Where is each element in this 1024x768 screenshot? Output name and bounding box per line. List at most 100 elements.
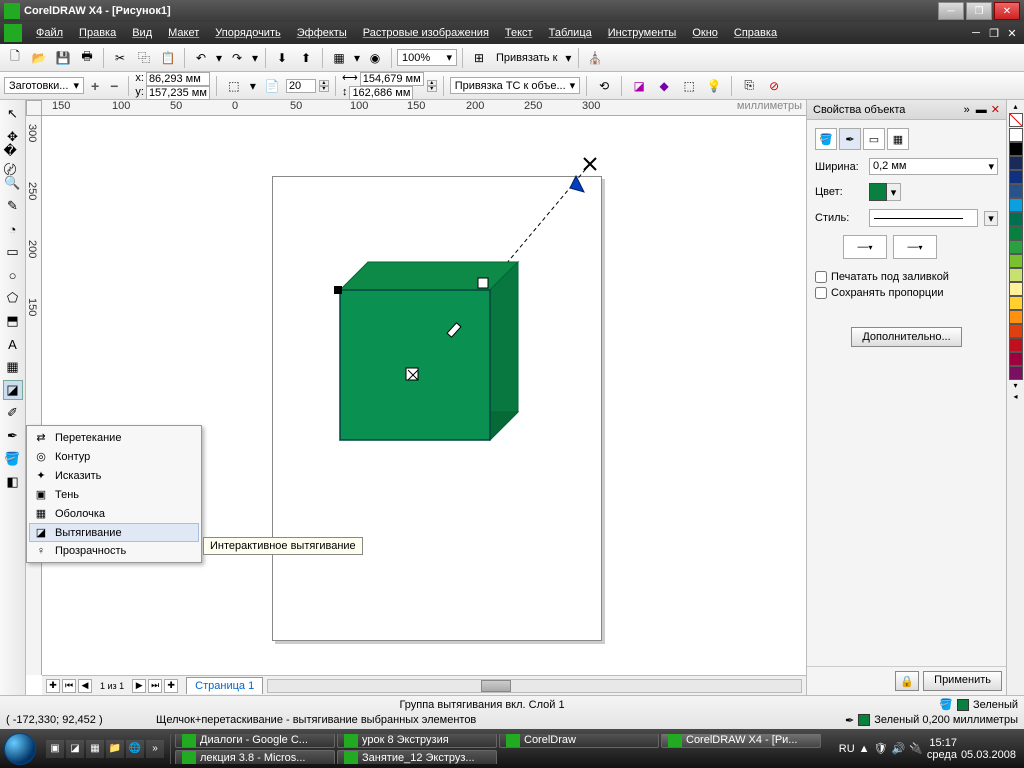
open-button[interactable]: 📂 (28, 47, 50, 69)
taskbar-task[interactable]: CorelDraw (499, 734, 659, 748)
add-preset-button[interactable]: + (87, 78, 103, 94)
ruler-origin[interactable] (26, 100, 42, 116)
y-field[interactable]: 157,235 мм (146, 86, 210, 100)
x-field[interactable]: 86,293 мм (146, 72, 210, 86)
flyout-item-5[interactable]: ◪Вытягивание (29, 523, 199, 542)
color-button[interactable]: ◪ (628, 75, 650, 97)
new-button[interactable]: 🗋 (4, 47, 26, 69)
flyout-item-3[interactable]: ▣Тень (29, 485, 199, 504)
menu-макет[interactable]: Макет (160, 24, 207, 42)
ql-icon[interactable]: ▦ (86, 740, 104, 758)
color-swatch[interactable] (1009, 338, 1023, 352)
color-swatch[interactable] (1009, 142, 1023, 156)
lock-button[interactable]: 🔒 (895, 671, 919, 691)
start-cap-combo[interactable]: —▾ (843, 235, 887, 259)
vp-dropdown[interactable]: ▾ (248, 75, 258, 97)
taskbar-task[interactable]: Диалоги - Google C... (175, 734, 335, 748)
menu-упорядочить[interactable]: Упорядочить (207, 24, 288, 42)
table-tool[interactable]: ▦ (3, 357, 23, 377)
menu-справка[interactable]: Справка (726, 24, 785, 42)
tray-icon[interactable]: 🛡 (874, 742, 888, 755)
minimize-button[interactable]: ─ (938, 2, 964, 20)
presets-dropdown[interactable]: Заготовки...▾ (4, 77, 84, 94)
copies-field[interactable]: 20 (286, 79, 316, 93)
vertical-ruler[interactable]: 300 250 200 150 (26, 116, 42, 675)
tray-icon[interactable]: 🔌 (909, 742, 923, 755)
flyout-item-1[interactable]: ◎Контур (29, 447, 199, 466)
advanced-button[interactable]: Дополнительно... (851, 327, 961, 347)
outline-width-combo[interactable]: 0,2 мм▾ (869, 158, 998, 175)
zoom-combo[interactable]: 100%▾ (397, 49, 457, 66)
freehand-tool[interactable]: ✎ (3, 196, 23, 216)
rectangle-tool[interactable]: ▭ (3, 242, 23, 262)
text-tool[interactable]: A (3, 334, 23, 354)
color-swatch[interactable] (1009, 352, 1023, 366)
outline-color-dropdown[interactable]: ▾ (887, 183, 901, 201)
snap-button[interactable]: ⊞ (468, 47, 490, 69)
color-swatch[interactable] (1009, 324, 1023, 338)
redo-button[interactable]: ↷ (226, 47, 248, 69)
start-button[interactable] (0, 730, 40, 768)
welcome-button[interactable]: ◉ (364, 47, 386, 69)
taskbar-task[interactable]: Занятие_12 Экструз... (337, 750, 497, 764)
docker-tab-fill[interactable]: 🪣 (815, 128, 837, 150)
height-field[interactable]: 162,686 мм (349, 86, 413, 100)
style-dropdown[interactable]: ▾ (984, 211, 998, 226)
taskbar-task[interactable]: лекция 3.8 - Micros... (175, 750, 335, 764)
menu-инструменты[interactable]: Инструменты (600, 24, 685, 42)
menu-эффекты[interactable]: Эффекты (289, 24, 355, 42)
undo-button[interactable]: ↶ (190, 47, 212, 69)
outline-tool[interactable]: ✒ (3, 426, 23, 446)
clear-button[interactable]: ⊘ (763, 75, 785, 97)
color-swatch[interactable] (1009, 128, 1023, 142)
export-button[interactable]: ⬆ (295, 47, 317, 69)
depth-button[interactable]: ◆ (653, 75, 675, 97)
color-swatch[interactable] (1009, 240, 1023, 254)
horizontal-ruler[interactable]: 150 100 50 0 50 100 150 200 250 300 милл… (42, 100, 806, 116)
basic-shapes-tool[interactable]: ⬒ (3, 311, 23, 331)
redo-dropdown[interactable]: ▾ (250, 47, 260, 69)
color-swatch[interactable] (1009, 170, 1023, 184)
smartfill-tool[interactable]: ◔ (3, 219, 23, 239)
doc-restore-button[interactable]: ❐ (986, 26, 1002, 40)
ql-icon[interactable]: 📁 (106, 740, 124, 758)
apply-button[interactable]: Применить (923, 671, 1002, 691)
scale-with-object-checkbox[interactable] (815, 287, 827, 299)
extrude-object[interactable] (300, 154, 620, 474)
docker-close-button[interactable]: ✕ (991, 103, 1000, 116)
flyout-item-2[interactable]: ✦Исказить (29, 466, 199, 485)
eyedropper-tool[interactable]: ✐ (3, 403, 23, 423)
page-tab-1[interactable]: Страница 1 (186, 677, 263, 694)
color-swatch[interactable] (1009, 184, 1023, 198)
undo-dropdown[interactable]: ▾ (214, 47, 224, 69)
vanishing-point-button[interactable]: ⬚ (223, 75, 245, 97)
doc-minimize-button[interactable]: ─ (968, 26, 984, 40)
print-button[interactable]: 🖶 (76, 47, 98, 69)
width-field[interactable]: 154,679 мм (360, 72, 424, 86)
ql-icon[interactable]: ◪ (66, 740, 84, 758)
vp-bind-dropdown[interactable]: Привязка ТС к объе...▾ (450, 77, 580, 94)
menu-текст[interactable]: Текст (497, 24, 541, 42)
menu-вид[interactable]: Вид (124, 24, 160, 42)
ql-icon[interactable]: 🌐 (126, 740, 144, 758)
add-page-button[interactable]: ✚ (46, 679, 60, 693)
snap-dropdown[interactable]: ▾ (563, 47, 573, 69)
docker-tab-2[interactable]: ▦ (887, 128, 909, 150)
remove-preset-button[interactable]: − (106, 78, 122, 94)
last-page-button[interactable]: ⏭ (148, 679, 162, 693)
zoom-tool[interactable]: 🔍 (3, 173, 23, 193)
crop-tool[interactable]: �〄 (3, 150, 23, 170)
interactive-fill-tool[interactable]: ◧ (3, 472, 23, 492)
docker-expand-button[interactable]: » (964, 104, 970, 116)
import-button[interactable]: ⬇ (271, 47, 293, 69)
docker-tab-outline[interactable]: ✒ (839, 128, 861, 150)
color-swatch[interactable] (1009, 282, 1023, 296)
add-page-after-button[interactable]: ✚ (164, 679, 178, 693)
taskbar-task[interactable]: CorelDRAW X4 - [Ри... (661, 734, 821, 748)
paste-button[interactable]: 📋 (157, 47, 179, 69)
color-swatch[interactable] (1009, 254, 1023, 268)
color-swatch[interactable] (1009, 366, 1023, 380)
copy-button[interactable]: ⿻ (133, 47, 155, 69)
lang-indicator[interactable]: RU (839, 743, 855, 755)
palette-flyout[interactable]: ◂ (1013, 392, 1017, 402)
